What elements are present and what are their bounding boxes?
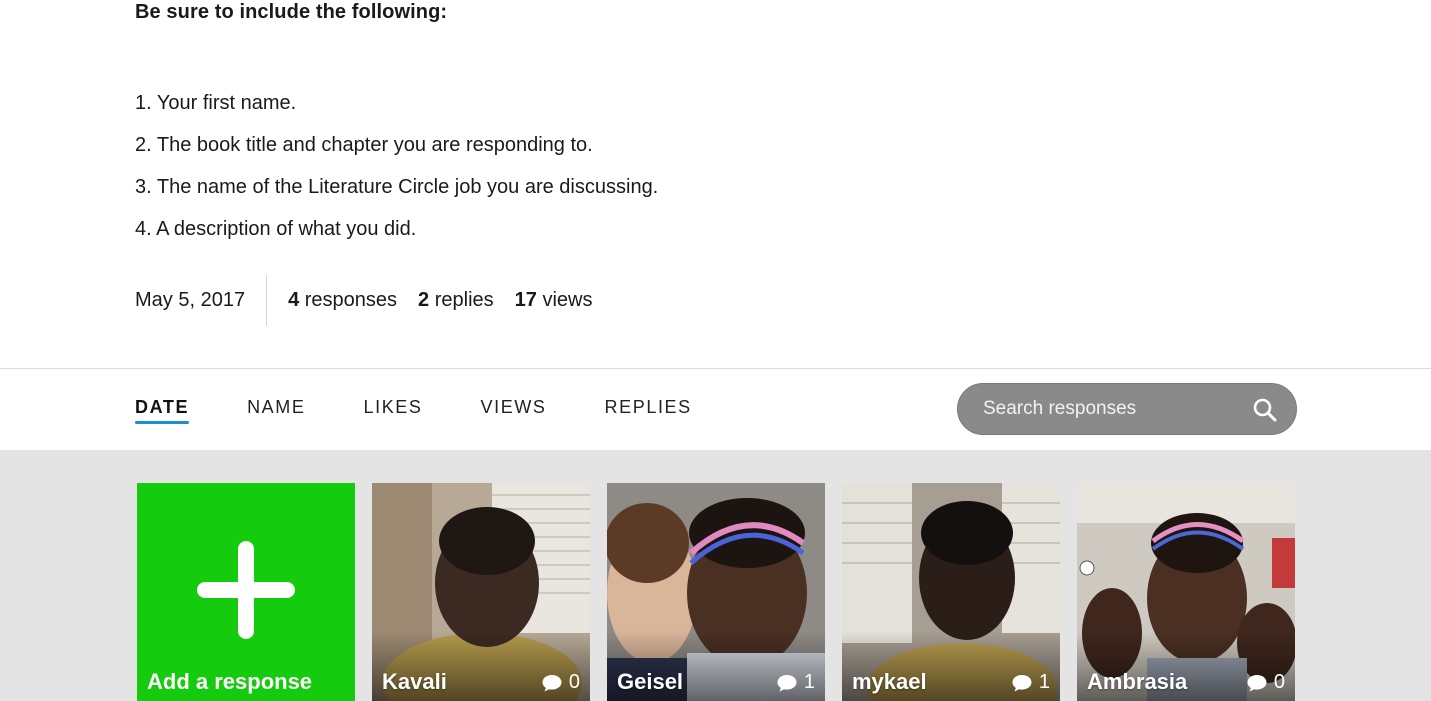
replies-stat: 2 replies (418, 289, 494, 312)
responses-stat: 4 responses (288, 289, 397, 312)
search-input[interactable] (983, 398, 1243, 420)
responses-label: responses (299, 289, 398, 311)
tab-views[interactable]: VIEWS (481, 369, 547, 451)
comment-bubble-icon (542, 674, 562, 691)
topic-stats: May 5, 2017 4 responses 2 replies 17 vie… (135, 275, 613, 326)
instruction-item: 4. A description of what you did. (135, 218, 417, 240)
stats-divider (266, 275, 268, 326)
response-tile-geisel[interactable]: Geisel 1 (607, 483, 825, 701)
instruction-item: 3. The name of the Literature Circle job… (135, 176, 659, 198)
reply-count-value: 0 (568, 671, 580, 693)
reply-count: 0 (541, 671, 580, 694)
sort-bar: DATE NAME LIKES VIEWS REPLIES (0, 368, 1431, 450)
add-response-button[interactable]: Add a response (137, 483, 355, 701)
replies-label: replies (429, 289, 494, 311)
response-author-name: Ambrasia (1087, 669, 1188, 694)
reply-count-value: 1 (1038, 671, 1050, 693)
instruction-item: 2. The book title and chapter you are re… (135, 134, 593, 156)
search-icon[interactable] (1252, 397, 1278, 423)
response-author-name: Geisel (617, 669, 684, 694)
add-response-label: Add a response (147, 669, 313, 694)
reply-count-value: 0 (1273, 671, 1285, 693)
views-stat: 17 views (515, 289, 593, 312)
search-box (957, 383, 1297, 435)
reply-count: 1 (1011, 671, 1050, 694)
comment-bubble-icon (1247, 674, 1267, 691)
comment-bubble-icon (1012, 674, 1032, 691)
responses-count: 4 (288, 289, 300, 311)
response-author-name: mykael (852, 669, 927, 694)
tab-date[interactable]: DATE (135, 369, 190, 451)
response-tile-kavali[interactable]: Kavali 0 (372, 483, 590, 701)
replies-count: 2 (418, 289, 430, 311)
responses-grid: Add a response Kavali 0 Geisel 1 mykael … (0, 450, 1431, 701)
prompt-heading: Be sure to include the following: (135, 1, 448, 23)
plus-icon (197, 541, 295, 639)
views-count: 17 (514, 289, 537, 311)
reply-count: 1 (776, 671, 815, 694)
response-author-name: Kavali (382, 669, 447, 694)
response-tile-ambrasia[interactable]: Ambrasia 0 (1077, 483, 1295, 701)
sort-tabs: DATE NAME LIKES VIEWS REPLIES (135, 369, 750, 451)
views-label: views (536, 289, 593, 311)
reply-count-value: 1 (803, 671, 815, 693)
comment-bubble-icon (777, 674, 797, 691)
tab-likes[interactable]: LIKES (363, 369, 422, 451)
reply-count: 0 (1246, 671, 1285, 694)
topic-date: May 5, 2017 (135, 289, 246, 311)
tab-name[interactable]: NAME (247, 369, 305, 451)
instruction-list: 1. Your first name. 2. The book title an… (135, 82, 658, 250)
tab-replies[interactable]: REPLIES (605, 369, 692, 451)
response-tile-mykael[interactable]: mykael 1 (842, 483, 1060, 701)
instruction-item: 1. Your first name. (135, 92, 297, 114)
